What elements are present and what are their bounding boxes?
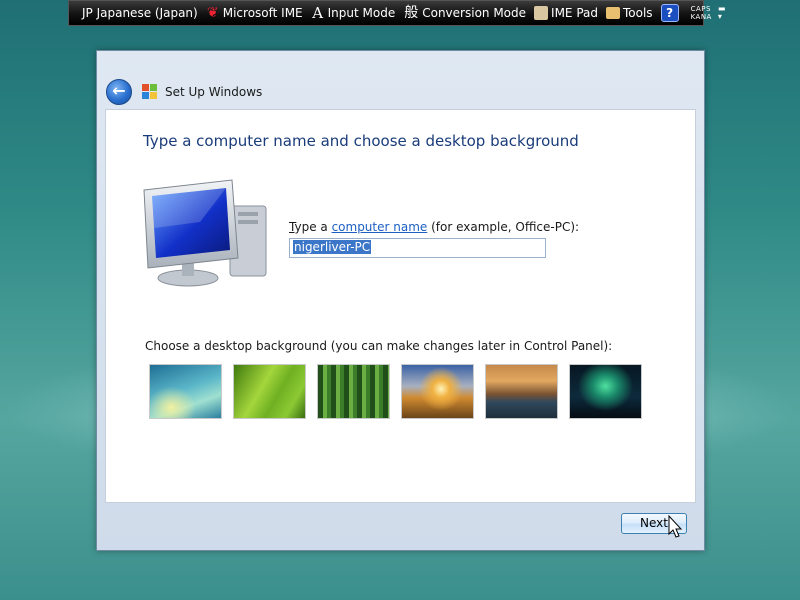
prompt-prefix: ype a	[294, 220, 332, 234]
options-arrow-icon: ▾	[717, 12, 722, 21]
window-title: Set Up Windows	[165, 85, 263, 99]
ime-pad-label: IME Pad	[551, 6, 598, 20]
conversion-mode-label: Conversion Mode	[422, 6, 527, 20]
ime-pad-icon	[534, 6, 549, 20]
computer-name-value: nigerliver-PC	[293, 240, 372, 254]
computer-name-input[interactable]: nigerliver-PC	[289, 238, 546, 258]
kana-indicator: KANA	[690, 13, 712, 21]
language-bar: JP Japanese (Japan) ❦ Microsoft IME A In…	[68, 0, 725, 26]
background-thumbnail[interactable]	[149, 364, 222, 419]
tools-icon	[606, 7, 620, 19]
tools-button[interactable]: Tools	[603, 1, 656, 25]
background-thumbnail[interactable]	[233, 364, 306, 419]
setup-window: ← Set Up Windows Type a computer name an…	[96, 50, 705, 551]
background-thumbnail[interactable]	[485, 364, 558, 419]
input-mode-label: Input Mode	[327, 6, 396, 20]
mouse-pointer-icon	[668, 515, 683, 538]
page-heading: Type a computer name and choose a deskto…	[143, 132, 579, 150]
input-mode-button[interactable]: A Input Mode	[308, 1, 399, 25]
computer-monitor-icon	[143, 179, 267, 287]
window-header: ← Set Up Windows	[97, 71, 704, 111]
background-thumbnail[interactable]	[569, 364, 642, 419]
background-thumbnail[interactable]	[401, 364, 474, 419]
ime-selector[interactable]: ❦ Microsoft IME	[203, 1, 306, 25]
windows-logo-icon	[142, 84, 158, 100]
back-arrow-icon: ←	[112, 81, 126, 100]
tools-label: Tools	[623, 6, 653, 20]
next-button-label: Next	[640, 516, 668, 530]
conversion-mode-icon: 般	[404, 5, 419, 21]
ime-pad-button[interactable]: IME Pad	[531, 1, 601, 25]
help-button[interactable]: ?	[658, 1, 685, 25]
caps-kana-indicator: CAPS KANA	[691, 5, 712, 21]
conversion-mode-button[interactable]: 般 Conversion Mode	[400, 1, 529, 25]
language-label: JP Japanese (Japan)	[82, 6, 198, 20]
language-selector[interactable]: JP Japanese (Japan)	[79, 1, 201, 25]
computer-name-link[interactable]: computer name	[332, 220, 428, 234]
input-mode-icon: A	[312, 4, 324, 22]
background-thumbnail[interactable]	[317, 364, 390, 419]
ime-icon: ❦	[206, 5, 219, 21]
ime-label: Microsoft IME	[222, 6, 303, 20]
help-icon: ?	[660, 4, 679, 22]
back-button[interactable]: ←	[106, 79, 132, 105]
window-footer: Next	[105, 503, 696, 545]
computer-name-label: Type a computer name (for example, Offic…	[289, 220, 579, 234]
background-prompt-label: Choose a desktop background (you can mak…	[145, 339, 613, 353]
language-bar-options[interactable]: ▬ ▾	[718, 5, 726, 21]
content-panel: Type a computer name and choose a deskto…	[105, 109, 696, 503]
prompt-suffix: (for example, Office-PC):	[427, 220, 580, 234]
caps-indicator: CAPS	[690, 5, 711, 13]
